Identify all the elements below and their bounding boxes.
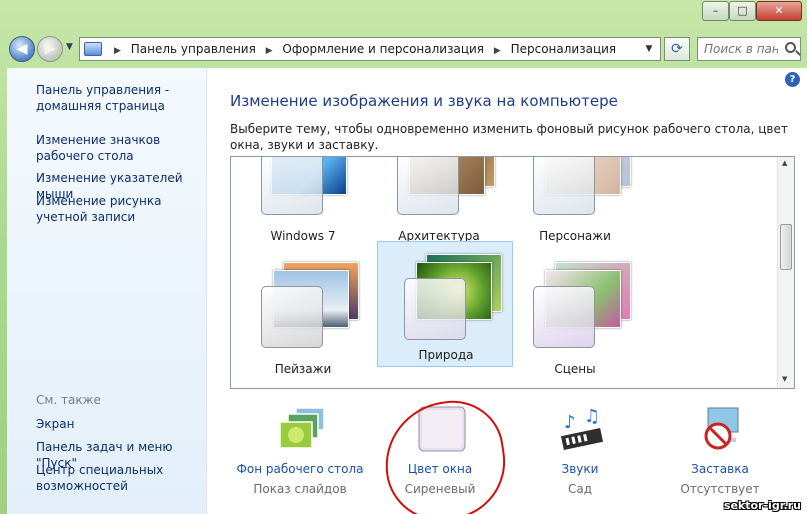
option-label[interactable]: Заставка [650, 462, 790, 476]
option-label[interactable]: Звуки [510, 462, 650, 476]
window-color-sample [533, 286, 595, 348]
desktop-background-option[interactable]: Фон рабочего стола Показ слайдов [230, 406, 370, 506]
screensaver-icon [704, 407, 739, 450]
theme-preview [261, 157, 349, 215]
sidebar-link-ease-of-access[interactable]: Центр специальных возможностей [36, 462, 206, 494]
control-panel-icon [84, 42, 102, 56]
theme-preview [533, 254, 631, 348]
content-area: Панель управления - домашняя страница Из… [7, 68, 807, 514]
theme-landscapes[interactable]: Пейзажи [237, 254, 369, 376]
recent-pages-dropdown[interactable]: ▼ [66, 42, 73, 52]
address-dropdown-icon[interactable]: ▼ [640, 38, 658, 60]
option-value: Сад [567, 482, 593, 496]
window-color-sample [261, 286, 323, 348]
sidebar-link-account-picture[interactable]: Изменение рисунка учетной записи [36, 193, 206, 225]
theme-name: Персонажи [539, 229, 611, 243]
option-value: Показ слайдов [253, 482, 347, 496]
scroll-thumb[interactable] [780, 224, 792, 270]
breadcrumb: ▶ Панель управления ▶ Оформление и персо… [108, 38, 616, 60]
main-panel: ? Изменение изображения и звука на компь… [207, 68, 807, 514]
theme-preview [404, 254, 502, 340]
theme-nature[interactable]: Природа [377, 241, 513, 367]
theme-list-scrollbar[interactable]: ▲ ▼ [777, 157, 794, 388]
sidebar-link-desktop-icons[interactable]: Изменение значков рабочего стола [36, 132, 206, 164]
watermark: sektor-igr.ru [723, 499, 801, 512]
sidebar-link-home[interactable]: Панель управления - домашняя страница [36, 82, 206, 114]
sounds-option[interactable]: ♪ ♫ Звуки Сад [510, 406, 650, 506]
window-color-sample [397, 157, 459, 215]
desktop-background-icon [279, 407, 325, 449]
search-box[interactable] [697, 37, 801, 61]
option-value: Отсутствует [680, 482, 760, 496]
theme-preview [261, 254, 359, 348]
breadcrumb-control-panel[interactable]: Панель управления [131, 42, 256, 56]
see-also-heading: См. также [36, 393, 101, 407]
navigation-bar: ◀ ▶ ▼ ▶ Панель управления ▶ Оформление и… [0, 30, 807, 66]
sidebar-link-display[interactable]: Экран [36, 416, 206, 432]
theme-preview [533, 157, 631, 215]
page-title: Изменение изображения и звука на компьют… [230, 92, 618, 110]
scroll-up-icon[interactable]: ▲ [782, 159, 787, 167]
theme-scenes[interactable]: Сцены [509, 254, 641, 376]
theme-characters[interactable]: Персонажи [509, 157, 641, 247]
theme-name: Сцены [554, 362, 596, 376]
sidebar: Панель управления - домашняя страница Из… [7, 68, 207, 514]
page-description: Выберите тему, чтобы одновременно измени… [230, 122, 788, 152]
breadcrumb-separator[interactable]: ▶ [114, 46, 121, 56]
forward-button[interactable]: ▶ [37, 36, 63, 62]
minimize-button[interactable]: – [702, 1, 729, 21]
theme-list: Windows 7 Архитектура Персонажи Пейзажи … [230, 156, 795, 389]
breadcrumb-separator[interactable]: ▶ [266, 46, 273, 56]
close-button[interactable]: ✕ [756, 1, 802, 21]
window-frame: – □ ✕ ◀ ▶ ▼ ▶ Панель управления ▶ Оформл… [0, 0, 807, 514]
option-label[interactable]: Фон рабочего стола [230, 462, 370, 476]
screensaver-option[interactable]: Заставка Отсутствует [650, 406, 790, 506]
refresh-icon[interactable]: ⟳ [664, 37, 690, 61]
theme-name: Пейзажи [274, 362, 332, 376]
theme-architecture[interactable]: Архитектура [373, 157, 505, 247]
sounds-icon: ♪ ♫ [560, 406, 604, 451]
address-bar[interactable]: ▶ Панель управления ▶ Оформление и персо… [79, 37, 661, 61]
svg-text:♪: ♪ [564, 412, 576, 433]
help-icon[interactable]: ? [785, 72, 800, 87]
search-icon[interactable] [785, 42, 796, 53]
search-input[interactable] [698, 38, 778, 60]
back-button[interactable]: ◀ [9, 36, 35, 62]
scroll-down-icon[interactable]: ▼ [782, 375, 787, 383]
window-color-sample [533, 157, 595, 215]
maximize-button[interactable]: □ [729, 1, 756, 21]
theme-name: Windows 7 [270, 229, 336, 243]
theme-windows7[interactable]: Windows 7 [237, 157, 369, 247]
window-color-sample [261, 157, 323, 215]
title-bar: – □ ✕ [0, 0, 807, 30]
breadcrumb-personalization[interactable]: Персонализация [511, 42, 617, 56]
window-color-sample [404, 278, 466, 340]
theme-preview [397, 157, 495, 215]
svg-text:♫: ♫ [584, 406, 600, 427]
breadcrumb-appearance[interactable]: Оформление и персонализация [282, 42, 484, 56]
theme-name: Природа [418, 348, 474, 362]
breadcrumb-separator[interactable]: ▶ [494, 46, 501, 56]
